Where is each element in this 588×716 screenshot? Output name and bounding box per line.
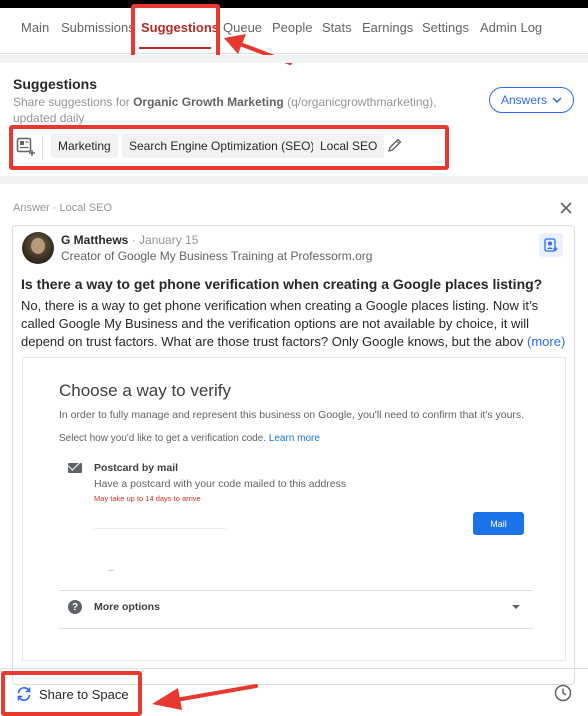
embedded-image[interactable]	[22, 357, 566, 661]
arrow-to-share-button	[152, 684, 258, 710]
more-options-label: More options	[94, 601, 160, 613]
share-to-space-highlight-box	[1, 671, 142, 716]
suggestions-tab-highlight-box	[131, 4, 220, 61]
embedded-title: Choose a way to verify	[59, 381, 231, 400]
section-divider	[0, 176, 588, 184]
postcard-option-title: Postcard by mail	[94, 462, 179, 474]
tab-admin-log[interactable]: Admin Log	[480, 20, 542, 35]
answer-date: · January 15	[131, 233, 199, 247]
help-icon: ?	[68, 600, 82, 614]
caret-down-icon	[512, 605, 520, 609]
clock-icon[interactable]	[554, 684, 572, 702]
answers-dropdown-label: Answers	[500, 93, 547, 107]
avatar[interactable]	[22, 232, 54, 264]
tab-submissions[interactable]: Submissions	[61, 20, 135, 35]
topics-highlight-box	[9, 125, 449, 170]
tab-main[interactable]: Main	[21, 20, 49, 35]
embedded-divider	[59, 590, 533, 591]
section-divider	[0, 55, 588, 63]
embedded-divider	[59, 628, 533, 629]
person-add-icon	[544, 238, 558, 252]
embedded-subtext: Select how you'd like to get a verificat…	[59, 433, 320, 444]
answer-body: No, there is a way to get phone verifica…	[21, 298, 539, 349]
tab-settings[interactable]: Settings	[422, 20, 469, 35]
suggestions-title: Suggestions	[13, 76, 98, 92]
question-title[interactable]: Is there a way to get phone verification…	[21, 275, 569, 293]
tab-earnings[interactable]: Earnings	[362, 20, 413, 35]
close-icon[interactable]	[559, 201, 573, 215]
suggestions-description: Share suggestions for Organic Growth Mar…	[13, 95, 437, 125]
author-name[interactable]: G Matthews	[61, 233, 128, 247]
mail-button: Mail	[473, 512, 524, 535]
postcard-option-description: Have a postcard with your code mailed to…	[94, 478, 347, 490]
footer-divider	[0, 668, 588, 669]
chevron-down-icon	[552, 97, 562, 103]
tab-stats[interactable]: Stats	[322, 20, 352, 35]
faint-divider	[94, 528, 226, 529]
space-admin-nav: Main Submissions Suggestions Queue Peopl…	[0, 8, 588, 54]
author-credential: Creator of Google My Business Training a…	[61, 249, 373, 263]
postcard-option-warning: May take up to 14 days to arrive	[94, 494, 201, 503]
faint-mark	[108, 570, 114, 571]
top-black-strip	[0, 0, 588, 8]
mail-icon	[68, 463, 82, 473]
more-link[interactable]: (more)	[524, 333, 566, 351]
request-answer-button[interactable]	[539, 233, 563, 257]
author-line: G Matthews · January 15	[61, 233, 198, 247]
answers-filter-dropdown[interactable]: Answers	[489, 87, 574, 113]
answer-topic-label: Answer · Local SEO	[13, 202, 113, 214]
space-name[interactable]: Organic Growth Marketing	[133, 95, 284, 109]
embedded-description: In order to fully manage and represent t…	[59, 409, 525, 421]
learn-more-link: Learn more	[268, 433, 320, 444]
